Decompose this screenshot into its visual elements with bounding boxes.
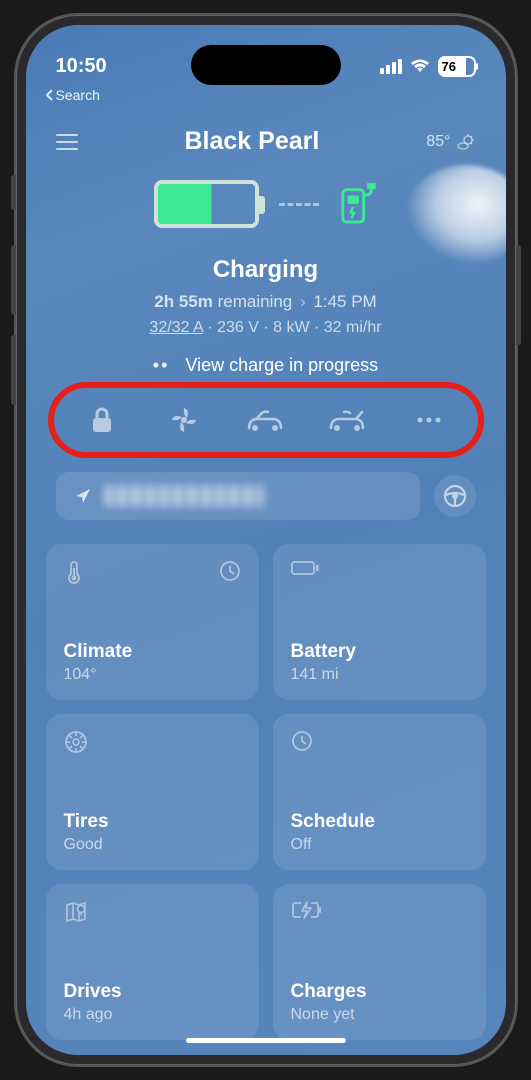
wifi-icon xyxy=(410,59,430,74)
charging-volts: 236 V xyxy=(217,319,259,336)
trunk-button[interactable] xyxy=(327,402,367,438)
phone-frame: 10:50 76 Search Black Pearl 85° xyxy=(16,15,516,1065)
card-value: Good xyxy=(64,836,241,854)
drives-card[interactable]: Drives 4h ago xyxy=(46,884,259,1040)
tires-card[interactable]: Tires Good xyxy=(46,714,259,870)
menu-icon[interactable] xyxy=(56,134,78,150)
remaining-label: remaining xyxy=(218,292,293,311)
charging-stats-row: 32/32 A · 236 V · 8 kW · 32 mi/hr xyxy=(26,319,506,337)
quick-actions-row xyxy=(56,394,476,446)
remaining-time: 2h 55m xyxy=(154,292,213,311)
card-title: Drives xyxy=(64,981,241,1003)
back-search-label: Search xyxy=(56,87,100,103)
steering-wheel-icon xyxy=(443,484,467,508)
charging-time-row[interactable]: 2h 55m remaining › 1:45 PM xyxy=(26,292,506,312)
drive-button[interactable] xyxy=(434,475,476,517)
climate-card[interactable]: Climate 104° xyxy=(46,544,259,700)
map-pin-icon xyxy=(64,900,88,924)
eta-time: 1:45 PM xyxy=(313,292,376,311)
frunk-button[interactable] xyxy=(245,402,285,438)
clock-icon xyxy=(291,730,313,752)
charging-title: Charging xyxy=(26,256,506,284)
connection-line xyxy=(279,203,319,206)
battery-level-icon xyxy=(154,180,259,228)
navigate-icon xyxy=(74,487,92,505)
card-title: Climate xyxy=(64,641,241,663)
location-field[interactable] xyxy=(56,472,420,520)
climate-fan-button[interactable] xyxy=(164,402,204,438)
weather-widget[interactable]: 85° xyxy=(426,132,475,152)
charging-battery-icon xyxy=(291,900,321,920)
fan-icon xyxy=(169,405,199,435)
card-value: 104° xyxy=(64,666,241,684)
charging-rate: 32 mi/hr xyxy=(324,319,382,336)
dynamic-island xyxy=(191,45,341,85)
view-charge-progress[interactable]: •• View charge in progress xyxy=(26,355,506,376)
charging-power: 8 kW xyxy=(273,319,309,336)
card-value: None yet xyxy=(291,1006,468,1024)
cellular-icon xyxy=(380,59,402,74)
battery-indicator: 76 xyxy=(438,56,476,77)
more-icon xyxy=(416,416,442,424)
card-value: Off xyxy=(291,836,468,854)
charges-card[interactable]: Charges None yet xyxy=(273,884,486,1040)
schedule-card[interactable]: Schedule Off xyxy=(273,714,486,870)
home-indicator[interactable] xyxy=(186,1038,346,1043)
weather-icon xyxy=(456,132,476,152)
card-value: 141 mi xyxy=(291,666,468,684)
trunk-icon xyxy=(328,408,366,432)
lock-button[interactable] xyxy=(82,402,122,438)
battery-icon xyxy=(291,560,319,576)
charger-icon xyxy=(339,182,377,226)
view-progress-label: View charge in progress xyxy=(185,355,378,376)
more-actions-button[interactable] xyxy=(409,402,449,438)
frunk-icon xyxy=(246,408,284,432)
clock-icon xyxy=(219,560,241,582)
card-title: Charges xyxy=(291,981,468,1003)
charging-amps[interactable]: 32/32 A xyxy=(149,319,202,336)
location-text-redacted xyxy=(104,485,264,507)
card-title: Tires xyxy=(64,811,241,833)
weather-temp: 85° xyxy=(426,133,450,151)
pagination-dots: •• xyxy=(153,355,170,376)
status-time: 10:50 xyxy=(56,55,107,78)
tire-icon xyxy=(64,730,88,754)
card-value: 4h ago xyxy=(64,1006,241,1024)
thermometer-icon xyxy=(64,560,84,584)
battery-card[interactable]: Battery 141 mi xyxy=(273,544,486,700)
card-title: Schedule xyxy=(291,811,468,833)
card-title: Battery xyxy=(291,641,468,663)
vehicle-name: Black Pearl xyxy=(184,127,319,156)
app-screen: 10:50 76 Search Black Pearl 85° xyxy=(26,25,506,1055)
lock-icon xyxy=(89,406,115,434)
back-search-link[interactable]: Search xyxy=(26,85,506,103)
